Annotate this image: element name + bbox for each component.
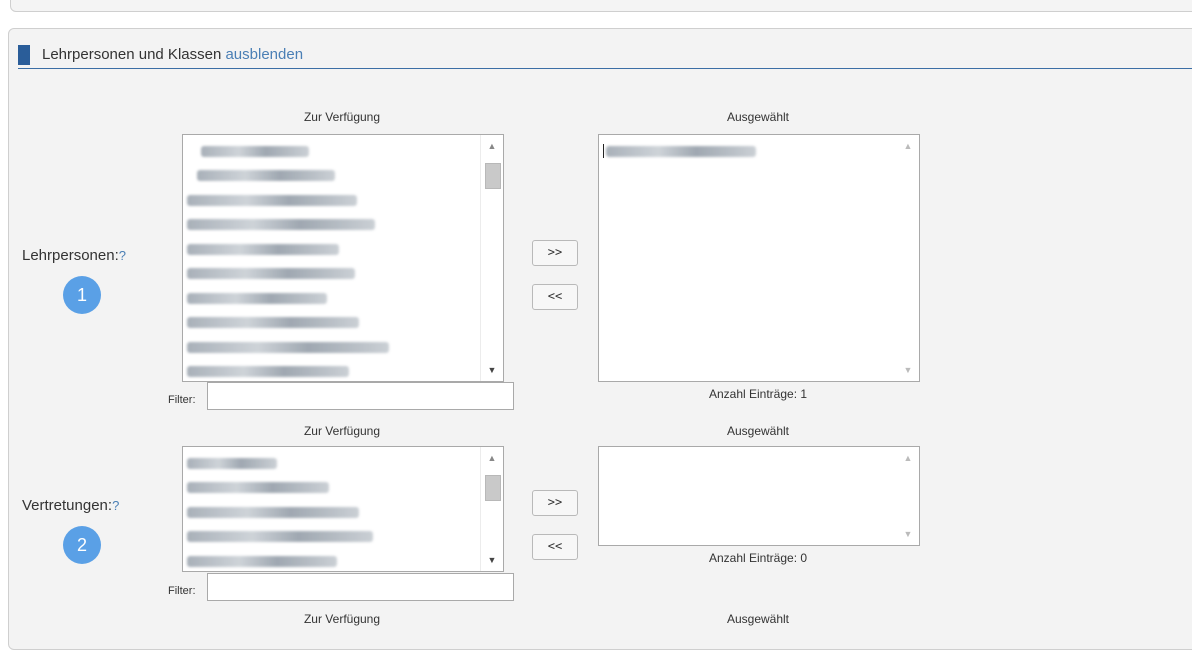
list-item[interactable]	[187, 164, 477, 189]
remove-lehrperson-button[interactable]: <<	[532, 284, 578, 310]
lehrpersonen-selected-list[interactable]: ▲ ▼	[598, 134, 920, 382]
vertretungen-entry-count: Anzahl Einträge: 0	[708, 551, 808, 565]
step-badge-2: 2	[63, 526, 101, 564]
vertretungen-label-text: Vertretungen:	[22, 497, 113, 514]
scroll-down-arrow-icon[interactable]: ▼	[481, 551, 503, 569]
scroll-down-arrow-icon[interactable]: ▼	[481, 361, 503, 379]
previous-section-panel	[10, 0, 1192, 12]
lehrpersonen-label-text: Lehrpersonen:	[22, 247, 119, 264]
lehrpersonen-help-link[interactable]: ?	[119, 248, 126, 263]
list-item[interactable]	[603, 139, 893, 164]
section-header: Lehrpersonen und Klassen ausblenden	[18, 44, 1192, 69]
next-selected-header: Ausgewählt	[726, 612, 790, 626]
vertretungen-label: Vertretungen:?	[22, 497, 119, 514]
vertretungen-filter-input[interactable]	[207, 573, 514, 601]
vertretungen-available-list[interactable]: ▲ ▼	[182, 446, 504, 572]
vertretungen-selected-header: Ausgewählt	[726, 424, 790, 438]
section-title: Lehrpersonen und Klassen ausblenden	[42, 46, 303, 63]
vertretungen-available-header: Zur Verfügung	[303, 424, 381, 438]
list-item[interactable]	[187, 188, 477, 213]
next-available-header: Zur Verfügung	[303, 612, 381, 626]
vertretungen-selected-list[interactable]: ▲ ▼	[598, 446, 920, 546]
lehrpersonen-filter-input[interactable]	[207, 382, 514, 410]
remove-vertretung-button[interactable]: <<	[532, 534, 578, 560]
section-title-text: Lehrpersonen und Klassen	[42, 46, 222, 63]
list-item[interactable]	[187, 262, 477, 287]
vertretungen-help-link[interactable]: ?	[112, 498, 119, 513]
scroll-up-arrow-icon[interactable]: ▲	[481, 137, 503, 155]
scroll-up-arrow-icon[interactable]: ▲	[897, 449, 919, 467]
scroll-thumb[interactable]	[485, 475, 501, 501]
list-item[interactable]	[187, 549, 477, 571]
lehrpersonen-label: Lehrpersonen:?	[22, 247, 126, 264]
list-item[interactable]	[187, 525, 477, 550]
list-item[interactable]	[187, 451, 477, 476]
add-lehrperson-button[interactable]: >>	[532, 240, 578, 266]
lehrpersonen-available-header: Zur Verfügung	[303, 110, 381, 124]
section-marker	[18, 45, 30, 65]
lehrpersonen-available-list[interactable]: ▲ ▼	[182, 134, 504, 382]
scroll-thumb[interactable]	[485, 163, 501, 189]
list-item[interactable]	[187, 213, 477, 238]
list-item[interactable]	[187, 311, 477, 336]
scrollbar[interactable]: ▲ ▼	[480, 135, 503, 381]
list-item[interactable]	[187, 476, 477, 501]
scroll-up-arrow-icon[interactable]: ▲	[897, 137, 919, 155]
list-item[interactable]	[187, 286, 477, 311]
lehrpersonen-selected-header: Ausgewählt	[726, 110, 790, 124]
scroll-down-arrow-icon[interactable]: ▼	[897, 525, 919, 543]
add-vertretung-button[interactable]: >>	[532, 490, 578, 516]
list-item[interactable]	[187, 360, 477, 382]
scrollbar[interactable]: ▲ ▼	[897, 447, 919, 545]
list-item[interactable]	[187, 139, 477, 164]
step-badge-1: 1	[63, 276, 101, 314]
lehrpersonen-filter-label: Filter:	[168, 394, 196, 406]
scrollbar[interactable]: ▲ ▼	[480, 447, 503, 571]
scroll-up-arrow-icon[interactable]: ▲	[481, 449, 503, 467]
hide-section-link[interactable]: ausblenden	[225, 46, 303, 63]
scroll-down-arrow-icon[interactable]: ▼	[897, 361, 919, 379]
list-item[interactable]	[187, 237, 477, 262]
list-item[interactable]	[187, 335, 477, 360]
vertretungen-filter-label: Filter:	[168, 585, 196, 597]
list-item[interactable]	[187, 500, 477, 525]
scrollbar[interactable]: ▲ ▼	[897, 135, 919, 381]
lehrpersonen-entry-count: Anzahl Einträge: 1	[708, 387, 808, 401]
